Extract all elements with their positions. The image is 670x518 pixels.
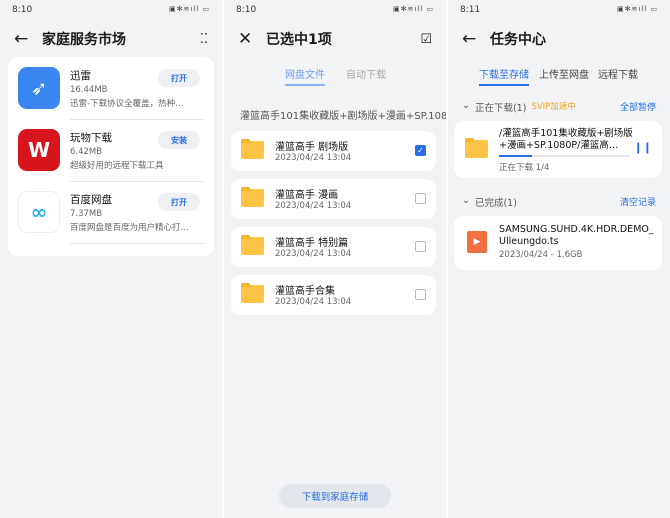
install-button[interactable]: 安装: [158, 131, 200, 149]
chevron-down-icon[interactable]: ⌄: [462, 100, 470, 114]
app-desc: 超级好用的远程下载工具: [70, 161, 164, 171]
app-desc: 迅雷-下载协议全覆盖，热种下…: [70, 99, 190, 109]
file-name: 灌篮高手 特别篇: [275, 238, 349, 249]
task-name: SAMSUNG.SUHD.4K.HDR.DEMO_Ulleungdo.ts: [499, 224, 654, 247]
progress-fill: [499, 155, 532, 157]
tab-indicator: [479, 84, 529, 86]
w-logo-icon: W: [18, 129, 60, 171]
back-arrow-icon[interactable]: ←: [462, 29, 490, 49]
file-date: 2023/04/24 13:04: [275, 153, 352, 163]
app-desc: 百度网盘是百度为用户精心打造…: [70, 223, 190, 233]
status-icons: ▣✻≋ıll ▭: [616, 5, 658, 13]
file-date: 2023/04/24 13:04: [275, 201, 352, 211]
download-task[interactable]: /灌篮高手101集收藏版+剧场版+漫画+SP.1080P/灌篮高… 正在下载 1…: [454, 121, 662, 178]
completed-label: 已完成(1): [474, 198, 517, 209]
bird-icon: ➶: [18, 67, 60, 109]
progress-bar: [499, 155, 630, 157]
folder-icon: [241, 187, 264, 207]
file-name: 灌篮高手 剧场版: [275, 142, 349, 153]
checkbox[interactable]: [415, 241, 426, 252]
cloud-icon: ∞: [18, 191, 60, 233]
task-name: /灌篮高手101集收藏版+剧场版+漫画+SP.1080P/灌篮高…: [499, 128, 633, 151]
tab-remote-download[interactable]: 远程下载: [598, 66, 638, 81]
svip-badge: SVIP加速中: [531, 102, 576, 112]
folder-icon: [465, 138, 488, 158]
page-title: 家庭服务市场: [42, 32, 126, 48]
pause-all-button[interactable]: 全部暂停: [620, 100, 656, 114]
chevron-down-icon[interactable]: ⌄: [462, 195, 470, 209]
breadcrumb-path[interactable]: 灌篮高手101集收藏版+剧场版+漫画+SP.1080: [240, 107, 446, 122]
divider: [70, 243, 204, 244]
panel-file-select: 8:10 ▣✻≋ıll ▭ ✕ 已选中1项 ☑ 网盘文件 自动下载 灌篮高手10…: [224, 0, 446, 518]
folder-icon: [241, 139, 264, 159]
completed-task[interactable]: ▶ SAMSUNG.SUHD.4K.HDR.DEMO_Ulleungdo.ts …: [454, 216, 662, 270]
clear-records-button[interactable]: 清空记录: [620, 195, 656, 209]
open-button[interactable]: 打开: [158, 193, 200, 211]
status-time: 8:10: [236, 5, 257, 15]
status-time: 8:10: [12, 5, 33, 15]
file-row[interactable]: 灌篮高手 剧场版 2023/04/24 13:04 ✓: [231, 131, 436, 171]
status-icons: ▣✻≋ıll ▭: [168, 5, 210, 13]
status-icons: ▣✻≋ıll ▭: [392, 5, 434, 13]
checkbox[interactable]: [415, 289, 426, 300]
tab-cloud-files[interactable]: 网盘文件: [285, 66, 325, 81]
download-to-home-storage-button[interactable]: 下载到家庭存储: [279, 484, 391, 508]
divider: [70, 181, 204, 182]
file-date: 2023/04/24 13:04: [275, 297, 352, 307]
task-meta: 2023/04/24 - 1.6GB: [499, 250, 583, 260]
status-time: 8:11: [460, 5, 481, 15]
file-row[interactable]: 灌篮高手 特别篇 2023/04/24 13:04: [231, 227, 436, 267]
file-date: 2023/04/24 13:04: [275, 249, 352, 259]
tab-download-to-storage[interactable]: 下载至存储: [479, 66, 529, 81]
panel-task-center: 8:11 ▣✻≋ıll ▭ ← 任务中心 下载至存储 上传至网盘 远程下载 ⌄ …: [448, 0, 670, 518]
page-title: 已选中1项: [266, 32, 332, 48]
checkbox-checked[interactable]: ✓: [415, 145, 426, 156]
app-item-baidu[interactable]: ∞ 百度网盘 7.37MB 百度网盘是百度为用户精心打造… 打开: [18, 183, 204, 245]
app-item-xunlei[interactable]: ➶ 迅雷 16.44MB 迅雷-下载协议全覆盖，热种下… 打开: [18, 59, 204, 121]
file-name: 灌篮高手 漫画: [275, 190, 339, 201]
video-file-icon: ▶: [467, 231, 487, 253]
file-row[interactable]: 灌篮高手合集 2023/04/24 13:04: [231, 275, 436, 315]
panel-app-market: 8:10 ▣✻≋ıll ▭ ← 家庭服务市场 ⁚⁚ ➶ 迅雷 16.44MB 迅雷-…: [0, 0, 222, 518]
task-status: 正在下载 1/4: [499, 163, 550, 173]
file-name: 灌篮高手合集: [275, 286, 335, 297]
downloading-label: 正在下载(1): [474, 103, 527, 114]
select-all-icon[interactable]: ☑: [420, 32, 432, 47]
tab-auto-download[interactable]: 自动下载: [346, 66, 386, 81]
back-arrow-icon[interactable]: ←: [14, 29, 42, 49]
divider: [70, 119, 204, 120]
open-button[interactable]: 打开: [158, 69, 200, 87]
page-title: 任务中心: [490, 32, 546, 48]
app-item-wanwu[interactable]: W 玩物下载 6.42MB 超级好用的远程下载工具 安装: [18, 121, 204, 183]
tab-upload-to-cloud[interactable]: 上传至网盘: [539, 66, 589, 81]
pause-icon[interactable]: ❙❙: [634, 141, 652, 154]
checkbox[interactable]: [415, 193, 426, 204]
app-list: ➶ 迅雷 16.44MB 迅雷-下载协议全覆盖，热种下… 打开 W 玩物下载 6.42…: [8, 57, 214, 256]
close-icon[interactable]: ✕: [238, 29, 266, 49]
folder-icon: [241, 283, 264, 303]
file-row[interactable]: 灌篮高手 漫画 2023/04/24 13:04: [231, 179, 436, 219]
more-dots-icon[interactable]: ⁚⁚: [200, 32, 208, 47]
folder-icon: [241, 235, 264, 255]
tab-indicator: [285, 84, 325, 86]
